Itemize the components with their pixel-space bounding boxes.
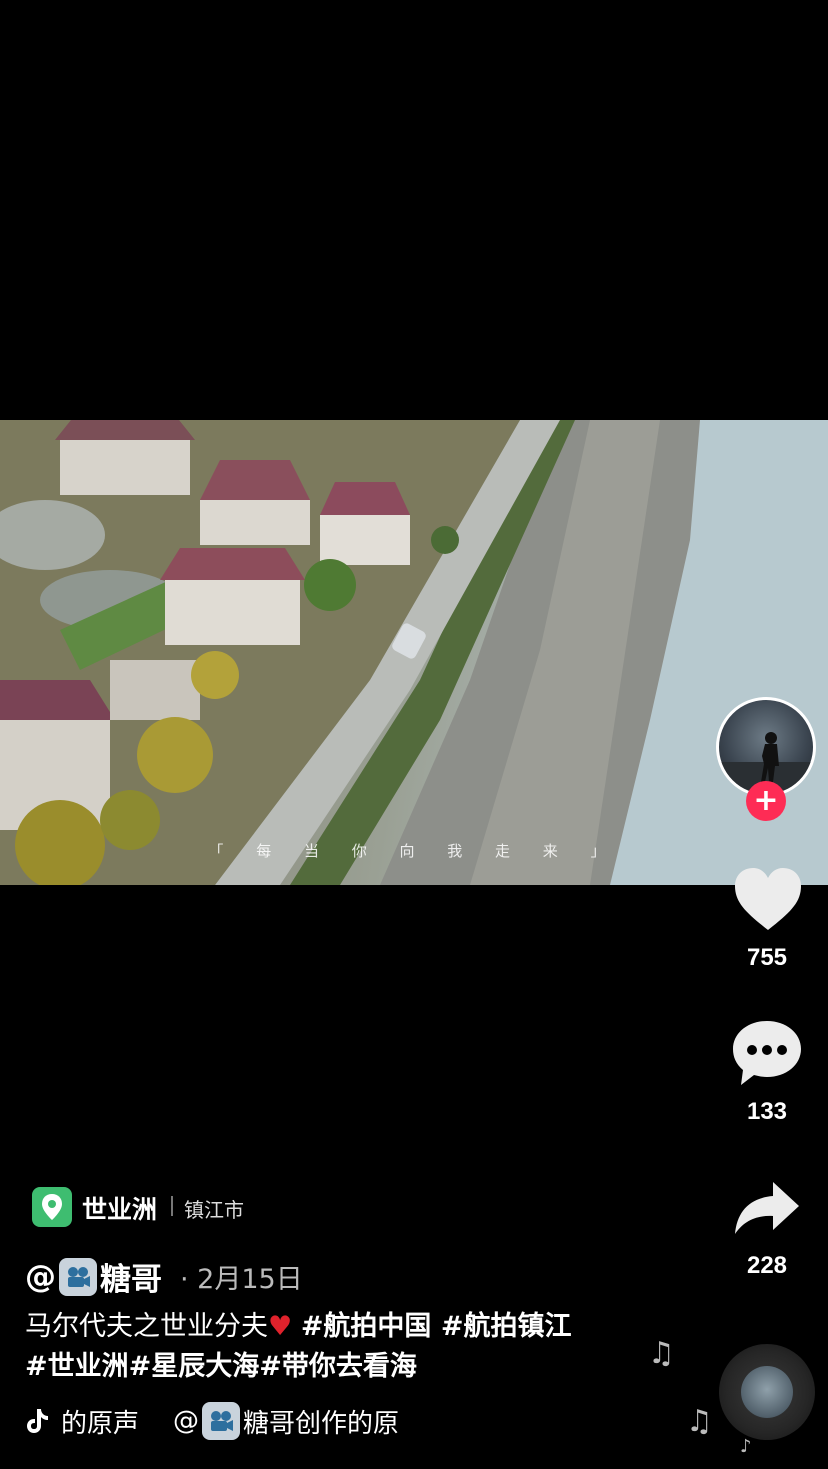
share-icon[interactable] xyxy=(733,1180,801,1236)
heart-icon[interactable] xyxy=(733,866,803,932)
like-count: 755 xyxy=(746,944,788,971)
music-marquee[interactable]: 的原声 @ 糖哥创作的原 xyxy=(25,1402,399,1440)
plus-icon: + xyxy=(753,783,779,818)
music-note-icon: ♫ xyxy=(686,1404,713,1439)
location-name[interactable]: 世业洲 xyxy=(82,1190,157,1226)
post-date: · 2月15日 xyxy=(180,1264,303,1295)
author-name: 糖哥 xyxy=(100,1262,162,1298)
camera-badge-icon xyxy=(202,1402,241,1440)
location-city[interactable]: 镇江市 xyxy=(184,1194,244,1223)
music-at-sign: @ xyxy=(173,1406,200,1436)
avatar-silhouette xyxy=(719,732,813,794)
music-note-icon: ♫ xyxy=(648,1336,675,1371)
location-divider xyxy=(171,1196,173,1216)
video-player[interactable] xyxy=(0,420,828,885)
post-description: 马尔代夫之世业分夫♥ #航拍中国 #航拍镇江 #世业洲#星辰大海#带你去看海 xyxy=(25,1307,635,1387)
music-creator-text: 糖哥创作的原 xyxy=(243,1408,400,1439)
author-handle[interactable]: @ 糖哥 xyxy=(25,1254,162,1299)
music-disc-cover xyxy=(741,1366,793,1418)
share-count: 228 xyxy=(746,1252,788,1279)
comment-count: 133 xyxy=(746,1098,788,1125)
video-subtitle: 「 每 当 你 向 我 走 来 」 xyxy=(208,842,620,860)
original-sound-label: 的原声 xyxy=(61,1408,140,1439)
camera-badge-icon xyxy=(59,1257,97,1296)
comment-icon[interactable] xyxy=(731,1019,803,1087)
aerial-video-frame xyxy=(0,420,828,885)
at-sign: @ xyxy=(25,1258,56,1295)
location-pin-icon xyxy=(42,1194,62,1220)
red-heart-emoji-icon: ♥ xyxy=(268,1311,293,1342)
description-text: 马尔代夫之世业分夫 xyxy=(25,1311,268,1342)
music-disc-icon[interactable] xyxy=(719,1344,815,1440)
hashtags-line-1[interactable]: #航拍中国 #航拍镇江 xyxy=(301,1311,572,1342)
location-badge[interactable] xyxy=(32,1187,72,1227)
hashtags-line-2[interactable]: #世业洲#星辰大海#带你去看海 xyxy=(25,1351,417,1382)
music-creator: @ 糖哥创作的原 xyxy=(173,1402,399,1440)
tiktok-note-icon xyxy=(27,1409,48,1433)
follow-plus-button[interactable]: + xyxy=(746,781,786,821)
music-note-icon: ♪ xyxy=(740,1436,752,1457)
